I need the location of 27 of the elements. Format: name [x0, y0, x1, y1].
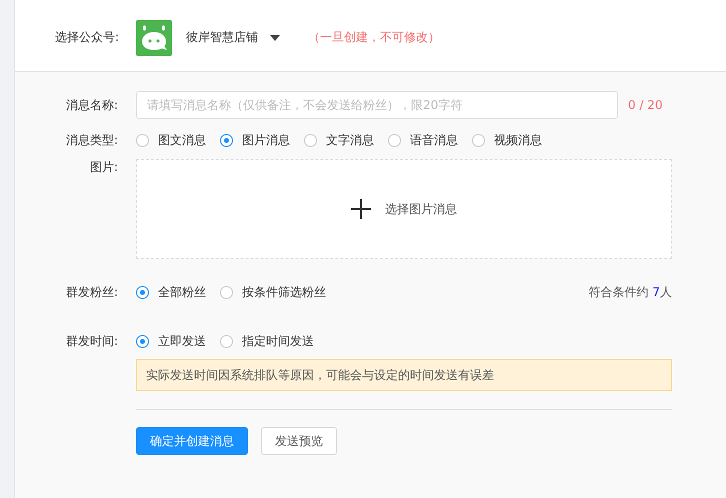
field-label: 图片:: [88, 159, 118, 176]
character-counter: 0 / 20: [628, 98, 663, 112]
field-label: 消息类型:: [64, 132, 118, 148]
chat-bubble-logo-icon: [136, 20, 172, 56]
message-name-field[interactable]: 请填写消息名称（仅供备注，不会发送给粉丝），限20字符: [136, 91, 618, 119]
radio-option[interactable]: 语音消息: [388, 132, 458, 148]
caret-icon[interactable]: [270, 34, 280, 40]
field-label: 群发粉丝:: [64, 284, 118, 300]
warning-text: （一旦创建，不可修改）: [308, 29, 440, 46]
radio-option[interactable]: 全部粉丝: [136, 284, 206, 300]
upload-label: 选择图片消息: [385, 200, 457, 218]
radio-option[interactable]: 图文消息: [136, 132, 206, 148]
field-label: 选择公众号:: [54, 29, 119, 46]
radio-option[interactable]: 立即发送: [136, 332, 206, 350]
fan-count-text: 符合条件约 7人: [588, 284, 672, 300]
notice-banner: 实际发送时间因系统排队等原因，可能会与设定的时间发送有误差: [136, 359, 672, 391]
radio-option[interactable]: 视频消息: [472, 132, 542, 148]
radio-option[interactable]: 图片消息: [220, 132, 290, 148]
image-upload-area[interactable]: 选择图片消息: [136, 159, 672, 259]
field-label: 群发时间:: [64, 332, 118, 350]
field-label: 消息名称:: [64, 96, 118, 114]
account-select[interactable]: 彼岸智慧店铺: [186, 29, 258, 46]
plus-icon: [351, 199, 371, 219]
radio-option[interactable]: 按条件筛选粉丝: [220, 284, 326, 300]
radio-option[interactable]: 文字消息: [304, 132, 374, 148]
radio-option[interactable]: 指定时间发送: [220, 332, 314, 350]
preview-button[interactable]: 发送预览: [261, 427, 337, 455]
